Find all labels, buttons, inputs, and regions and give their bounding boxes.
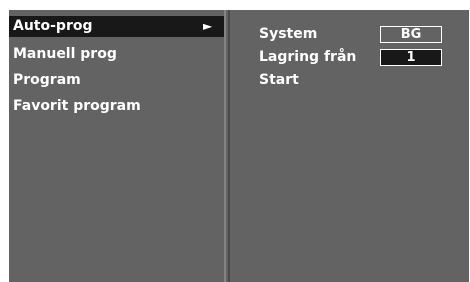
arrow-right-icon: ►	[203, 19, 213, 33]
menu-item-favorit-program[interactable]: Favorit program	[9, 96, 224, 117]
storage-from-value-field[interactable]: 1	[380, 49, 442, 66]
menu-item-program[interactable]: Program	[9, 70, 224, 91]
start-button[interactable]: Start	[259, 71, 299, 89]
menu-item-label: Manuell prog	[13, 46, 117, 62]
storage-from-label: Lagring från	[259, 49, 357, 65]
system-label: System	[259, 26, 318, 42]
menu-item-auto-prog[interactable]: Auto-prog ►	[9, 16, 224, 37]
submenu-panel: System BG Lagring från 1 Start	[230, 10, 469, 282]
tv-osd-menu: Auto-prog ► Manuell prog Program Favorit…	[9, 10, 469, 282]
menu-item-label: Favorit program	[13, 98, 141, 114]
main-menu-panel: Auto-prog ► Manuell prog Program Favorit…	[9, 10, 226, 282]
system-value-field[interactable]: BG	[380, 26, 442, 43]
menu-item-manuell-prog[interactable]: Manuell prog	[9, 44, 224, 65]
menu-item-label: Auto-prog	[13, 18, 93, 34]
menu-item-label: Program	[13, 72, 81, 88]
